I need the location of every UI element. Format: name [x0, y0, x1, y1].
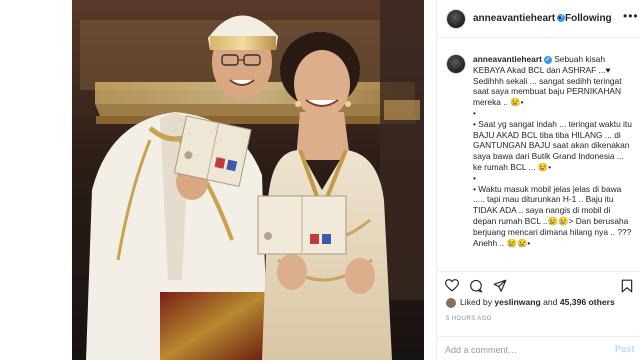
author-avatar[interactable]: [446, 9, 466, 29]
caption-line: •: [473, 172, 476, 183]
bookmark-icon[interactable]: [621, 279, 633, 293]
post-timestamp[interactable]: 5 HOURS AGO: [446, 316, 492, 322]
header-separator: •: [558, 13, 562, 24]
verified-badge-icon: ✓: [543, 55, 552, 64]
caption-line: • Waktu masuk mobil jelas jelas di bawa …: [473, 183, 632, 248]
likes-summary: Liked by yeslinwang and 45,396 others: [446, 297, 615, 308]
more-options-icon[interactable]: •••: [623, 9, 639, 23]
likes-prefix: Liked by: [460, 297, 493, 307]
post-comment-button[interactable]: Post: [615, 344, 635, 354]
likes-count[interactable]: 45,396 others: [560, 297, 615, 307]
post-actions: Liked by yeslinwang and 45,396 others 5 …: [437, 271, 640, 360]
caption-line: •: [473, 107, 476, 118]
wedding-photo: [0, 0, 436, 360]
post-sidebar: anneavantieheart ✓ • Following ••• anneav…: [436, 0, 640, 360]
liker-avatar: [446, 297, 456, 308]
caption-line: • Saat yg sangat indah ... teringat wakt…: [473, 118, 632, 172]
likes-connector: and: [543, 297, 558, 307]
author-username[interactable]: anneavantieheart ✓: [473, 13, 566, 24]
liker-username[interactable]: yeslinwang: [494, 297, 540, 307]
share-icon[interactable]: [493, 279, 507, 293]
post-header: anneavantieheart ✓ • Following •••: [437, 0, 640, 38]
caption-avatar[interactable]: [446, 54, 466, 74]
caption-username[interactable]: anneavantieheart ✓: [473, 54, 552, 64]
comment-input[interactable]: [445, 343, 595, 357]
post-caption: anneavantieheart ✓ Sebuah kisah KEBAYA Ak…: [473, 54, 633, 248]
following-button[interactable]: Following: [565, 13, 612, 24]
comment-box: Post: [437, 336, 640, 361]
heart-icon[interactable]: [445, 279, 459, 292]
post-photo: [0, 0, 436, 360]
comment-icon[interactable]: [469, 279, 483, 293]
